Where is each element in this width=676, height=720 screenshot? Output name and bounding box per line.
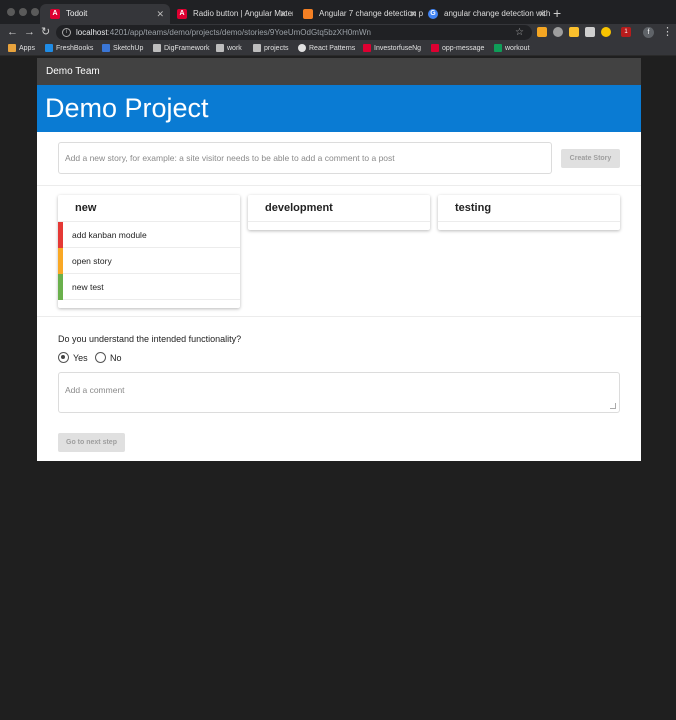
bookmark-digframework[interactable]: DigFramework xyxy=(153,41,210,56)
tab-title: angular change detection with xyxy=(444,9,551,18)
browser-tab-radio-button[interactable]: A Radio button | Angular Material ✕ xyxy=(167,4,293,24)
folder-icon xyxy=(216,44,224,52)
angular-icon xyxy=(363,44,371,52)
new-tab-button[interactable]: + xyxy=(553,4,561,22)
bookmark-react-patterns[interactable]: React Patterns xyxy=(298,41,355,56)
back-arrow-icon[interactable]: ← xyxy=(7,24,18,41)
bookmark-freshbooks[interactable]: FreshBooks xyxy=(45,41,93,56)
info-icon[interactable]: i xyxy=(62,28,71,37)
divider xyxy=(37,185,641,186)
status-stripe xyxy=(58,222,63,248)
column-title: new xyxy=(58,195,240,222)
globe-icon xyxy=(298,44,306,52)
folder-icon xyxy=(153,44,161,52)
close-window-icon[interactable] xyxy=(7,8,15,16)
close-tab-icon[interactable]: ✕ xyxy=(409,4,417,24)
bookmark-investorfuseng[interactable]: InvestorfuseNg xyxy=(363,41,421,56)
tab-title: Angular 7 change detection pe xyxy=(319,9,423,18)
bookmark-projects[interactable]: projects xyxy=(253,41,289,56)
close-tab-icon[interactable]: ✕ xyxy=(279,4,287,24)
next-step-button[interactable]: Go to next step xyxy=(58,433,125,452)
radio-label: Yes xyxy=(73,353,88,363)
address-bar[interactable]: i localhost:4201/app/teams/demo/projects… xyxy=(56,25,532,40)
close-tab-icon[interactable]: ✕ xyxy=(538,4,546,24)
app-window: Demo Team Demo Project Add a new story, … xyxy=(37,58,641,461)
radio-no[interactable]: No xyxy=(95,352,122,364)
story-label: open story xyxy=(72,256,112,266)
status-stripe xyxy=(58,248,63,274)
radio-checked-icon xyxy=(58,352,69,363)
maximize-window-icon[interactable] xyxy=(31,8,39,16)
new-story-input[interactable]: Add a new story, for example: a site vis… xyxy=(58,142,552,174)
extension-icon[interactable] xyxy=(537,27,547,37)
divider xyxy=(37,316,641,317)
kanban-column-testing: testing xyxy=(438,195,620,230)
bookmark-opp-message[interactable]: opp-message xyxy=(431,41,484,56)
extension-badge-icon[interactable]: 1 xyxy=(621,27,631,37)
angular-icon xyxy=(431,44,439,52)
kanban-column-new: new add kanban module open story new tes… xyxy=(58,195,240,308)
sheets-icon xyxy=(494,44,502,52)
create-story-button[interactable]: Create Story xyxy=(561,149,620,168)
story-card[interactable]: add kanban module xyxy=(58,222,240,248)
forward-arrow-icon[interactable]: → xyxy=(24,24,35,41)
bookmark-sketchup[interactable]: SketchUp xyxy=(102,41,143,56)
bookmark-workout[interactable]: workout xyxy=(494,41,530,56)
angular-icon: A xyxy=(50,9,60,19)
bookmark-star-icon[interactable]: ☆ xyxy=(515,25,524,40)
bookmark-work[interactable]: work xyxy=(216,41,242,56)
radio-unchecked-icon xyxy=(95,352,106,363)
browser-toolbar: ← → ↻ i localhost:4201/app/teams/demo/pr… xyxy=(0,24,676,41)
browser-tab-todoit[interactable]: A Todoit ✕ xyxy=(40,4,170,24)
kanban-column-development: development xyxy=(248,195,430,230)
bookmark-apps[interactable]: Apps xyxy=(8,41,35,56)
question-label: Do you understand the intended functiona… xyxy=(58,334,242,344)
story-label: add kanban module xyxy=(72,230,147,240)
profile-avatar[interactable]: f xyxy=(643,27,654,38)
browser-tab-change-detection[interactable]: Angular 7 change detection pe ✕ xyxy=(293,4,423,24)
story-card[interactable]: new test xyxy=(58,274,240,300)
stackoverflow-icon xyxy=(303,9,313,19)
tab-title: Radio button | Angular Material xyxy=(193,9,293,18)
status-stripe xyxy=(58,274,63,300)
comment-placeholder: Add a comment xyxy=(65,385,125,395)
radio-label: No xyxy=(110,353,122,363)
browser-tab-google-search[interactable]: G angular change detection with ✕ xyxy=(418,4,552,24)
comment-textarea[interactable]: Add a comment xyxy=(58,372,620,413)
extension-folder-icon[interactable] xyxy=(569,27,579,37)
sketchup-icon xyxy=(102,44,110,52)
column-title: development xyxy=(248,195,430,222)
angular-icon: A xyxy=(177,9,187,19)
apps-grid-icon xyxy=(8,44,16,52)
extension-image-icon[interactable] xyxy=(585,27,595,37)
radio-yes[interactable]: Yes xyxy=(58,352,88,364)
team-bar: Demo Team xyxy=(37,58,641,85)
extension-coin-icon[interactable] xyxy=(601,27,611,37)
google-icon: G xyxy=(428,9,438,19)
more-menu-icon[interactable]: ⋮ xyxy=(662,24,673,41)
minimize-window-icon[interactable] xyxy=(19,8,27,16)
tab-title: Todoit xyxy=(66,9,88,18)
close-tab-icon[interactable]: ✕ xyxy=(156,4,164,24)
browser-tab-strip: A Todoit ✕ A Radio button | Angular Mate… xyxy=(0,0,676,24)
story-label: new test xyxy=(72,282,104,292)
extension-gear-icon[interactable] xyxy=(553,27,563,37)
url-text: localhost:4201/app/teams/demo/projects/d… xyxy=(76,28,371,37)
column-title: testing xyxy=(438,195,620,222)
story-card[interactable]: open story xyxy=(58,248,240,274)
resize-handle-icon[interactable] xyxy=(610,403,616,409)
project-title: Demo Project xyxy=(37,85,641,132)
reload-icon[interactable]: ↻ xyxy=(41,24,50,41)
freshbooks-icon xyxy=(45,44,53,52)
bookmarks-bar: Apps FreshBooks SketchUp DigFramework wo… xyxy=(0,41,676,56)
folder-icon xyxy=(253,44,261,52)
